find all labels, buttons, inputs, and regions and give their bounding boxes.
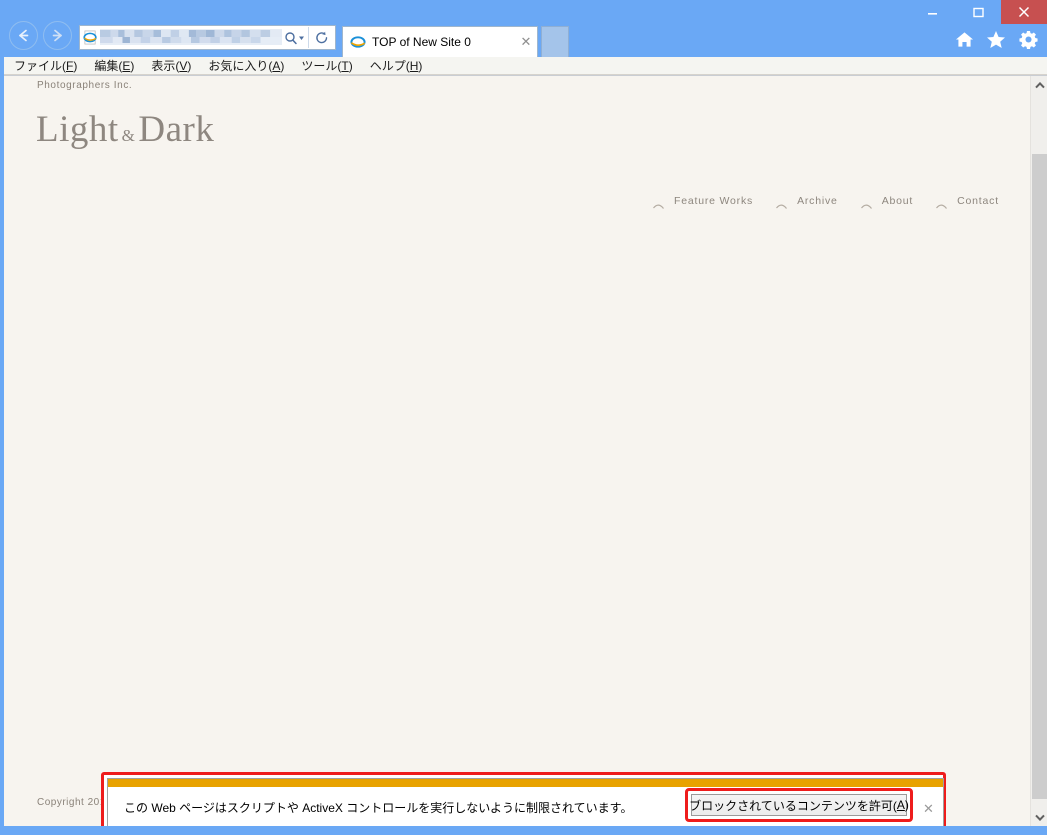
menu-item-help[interactable]: ヘルプ(H)	[370, 58, 423, 74]
allow-button-tail: )	[904, 798, 909, 812]
allow-button-highlight: ブロックされているコンテンツを許可(A)	[685, 788, 913, 822]
window-bottom-frame	[0, 826, 1047, 835]
menu-item-edit[interactable]: 編集(E)	[94, 58, 134, 74]
menu-tail: )	[418, 58, 423, 73]
redacted-url-blur	[100, 29, 282, 45]
minimize-icon	[927, 12, 937, 15]
nav-link-label: About	[881, 195, 914, 207]
site-logo-first: Light	[36, 109, 119, 150]
chevron-up-icon	[1034, 81, 1045, 88]
menu-bar: ファイル(F) 編集(E) 表示(V) お気に入り(A) ツール(T) ヘルプ(…	[4, 57, 1047, 75]
menu-tail: )	[187, 58, 192, 73]
site-navigation: Feature Works Archive About Contact	[652, 194, 1021, 209]
site-logo-second: Dark	[138, 109, 215, 150]
home-icon[interactable]	[953, 28, 975, 50]
scrollbar-thumb[interactable]	[1032, 154, 1047, 799]
content-top-border	[4, 75, 1047, 76]
menu-label: 表示(	[151, 58, 180, 73]
notification-close-button[interactable]: ✕	[923, 801, 934, 817]
menu-label: ファイル(	[14, 58, 66, 73]
address-input[interactable]	[100, 26, 282, 49]
refresh-icon	[316, 31, 328, 43]
nav-link-archive[interactable]: Archive	[775, 194, 838, 209]
nav-link-label: Archive	[797, 195, 838, 207]
chevron-down-icon	[1034, 814, 1045, 821]
address-bar[interactable]	[79, 25, 336, 50]
browser-toolbar-icons	[953, 28, 1039, 50]
nav-arc-icon	[775, 198, 789, 212]
site-brand: Photographers Inc.	[37, 80, 133, 91]
nav-link-feature-works[interactable]: Feature Works	[652, 194, 754, 209]
menu-accel: T	[341, 58, 349, 73]
page-content: Photographers Inc. Light &Dark Feature Wo…	[4, 76, 1030, 826]
chevron-down-icon	[299, 36, 304, 40]
favorites-star-icon[interactable]	[985, 28, 1007, 50]
new-tab-button[interactable]	[541, 26, 569, 57]
vertical-scrollbar[interactable]	[1030, 76, 1047, 826]
title-bar: TOP of New Site 0 ✕	[0, 0, 1047, 57]
site-logo-ampersand: &	[121, 126, 136, 145]
scroll-up-button[interactable]	[1031, 76, 1047, 94]
menu-tail: )	[130, 58, 135, 73]
back-arrow-icon	[19, 29, 29, 42]
browser-window: TOP of New Site 0 ✕ ファイル(F) 編集(E) 表示(V) …	[0, 0, 1047, 835]
forward-button[interactable]	[43, 21, 72, 50]
tab-top-of-new-site-0[interactable]: TOP of New Site 0 ✕	[342, 26, 538, 57]
menu-label: 編集(	[94, 58, 123, 73]
allow-blocked-content-button[interactable]: ブロックされているコンテンツを許可(A)	[689, 794, 909, 816]
notification-message: この Web ページはスクリプトや ActiveX コントロールを実行しないよう…	[124, 801, 633, 815]
menu-tail: )	[73, 58, 78, 73]
tab-close-button[interactable]: ✕	[515, 32, 537, 52]
menu-label: ツール(	[301, 58, 342, 73]
back-button[interactable]	[9, 21, 38, 50]
tab-title: TOP of New Site 0	[372, 35, 471, 49]
nav-arc-icon	[652, 198, 666, 212]
allow-button-accel: A	[896, 798, 905, 812]
allow-button-label: ブロックされているコンテンツを許可(	[689, 798, 897, 813]
search-button[interactable]	[282, 26, 308, 49]
search-icon	[285, 31, 304, 44]
site-logo: Light &Dark	[36, 108, 214, 151]
site-copyright: Copyright 201	[37, 797, 106, 808]
menu-item-favorites[interactable]: お気に入り(A)	[208, 58, 284, 74]
ie-favicon	[350, 34, 366, 50]
menu-tail: )	[280, 58, 285, 73]
menu-item-view[interactable]: 表示(V)	[151, 58, 191, 74]
nav-link-contact[interactable]: Contact	[935, 194, 999, 209]
menu-item-tools[interactable]: ツール(T)	[301, 58, 352, 74]
refresh-button[interactable]	[309, 26, 335, 49]
window-controls	[909, 0, 1047, 24]
nav-link-label: Feature Works	[674, 195, 754, 207]
nav-link-about[interactable]: About	[860, 194, 914, 209]
notification-bar-highlight: この Web ページはスクリプトや ActiveX コントロールを実行しないよう…	[101, 772, 946, 831]
maximize-icon	[972, 7, 984, 17]
nav-arc-icon	[935, 198, 949, 212]
close-icon	[1018, 6, 1030, 18]
ie-page-icon	[80, 26, 100, 49]
menu-tail: )	[348, 58, 353, 73]
close-button[interactable]	[1001, 0, 1047, 24]
information-bar: この Web ページはスクリプトや ActiveX コントロールを実行しないよう…	[107, 778, 944, 828]
nav-arc-icon	[860, 198, 874, 212]
minimize-button[interactable]	[909, 0, 955, 24]
menu-label: ヘルプ(	[369, 58, 410, 73]
notification-accent-strip	[108, 779, 943, 787]
scroll-down-button[interactable]	[1031, 808, 1047, 826]
maximize-button[interactable]	[955, 0, 1001, 24]
nav-link-label: Contact	[957, 195, 999, 207]
tools-gear-icon[interactable]	[1017, 28, 1039, 50]
menu-label: お気に入り(	[208, 58, 273, 73]
forward-arrow-icon	[52, 29, 62, 42]
menu-item-file[interactable]: ファイル(F)	[14, 58, 77, 74]
